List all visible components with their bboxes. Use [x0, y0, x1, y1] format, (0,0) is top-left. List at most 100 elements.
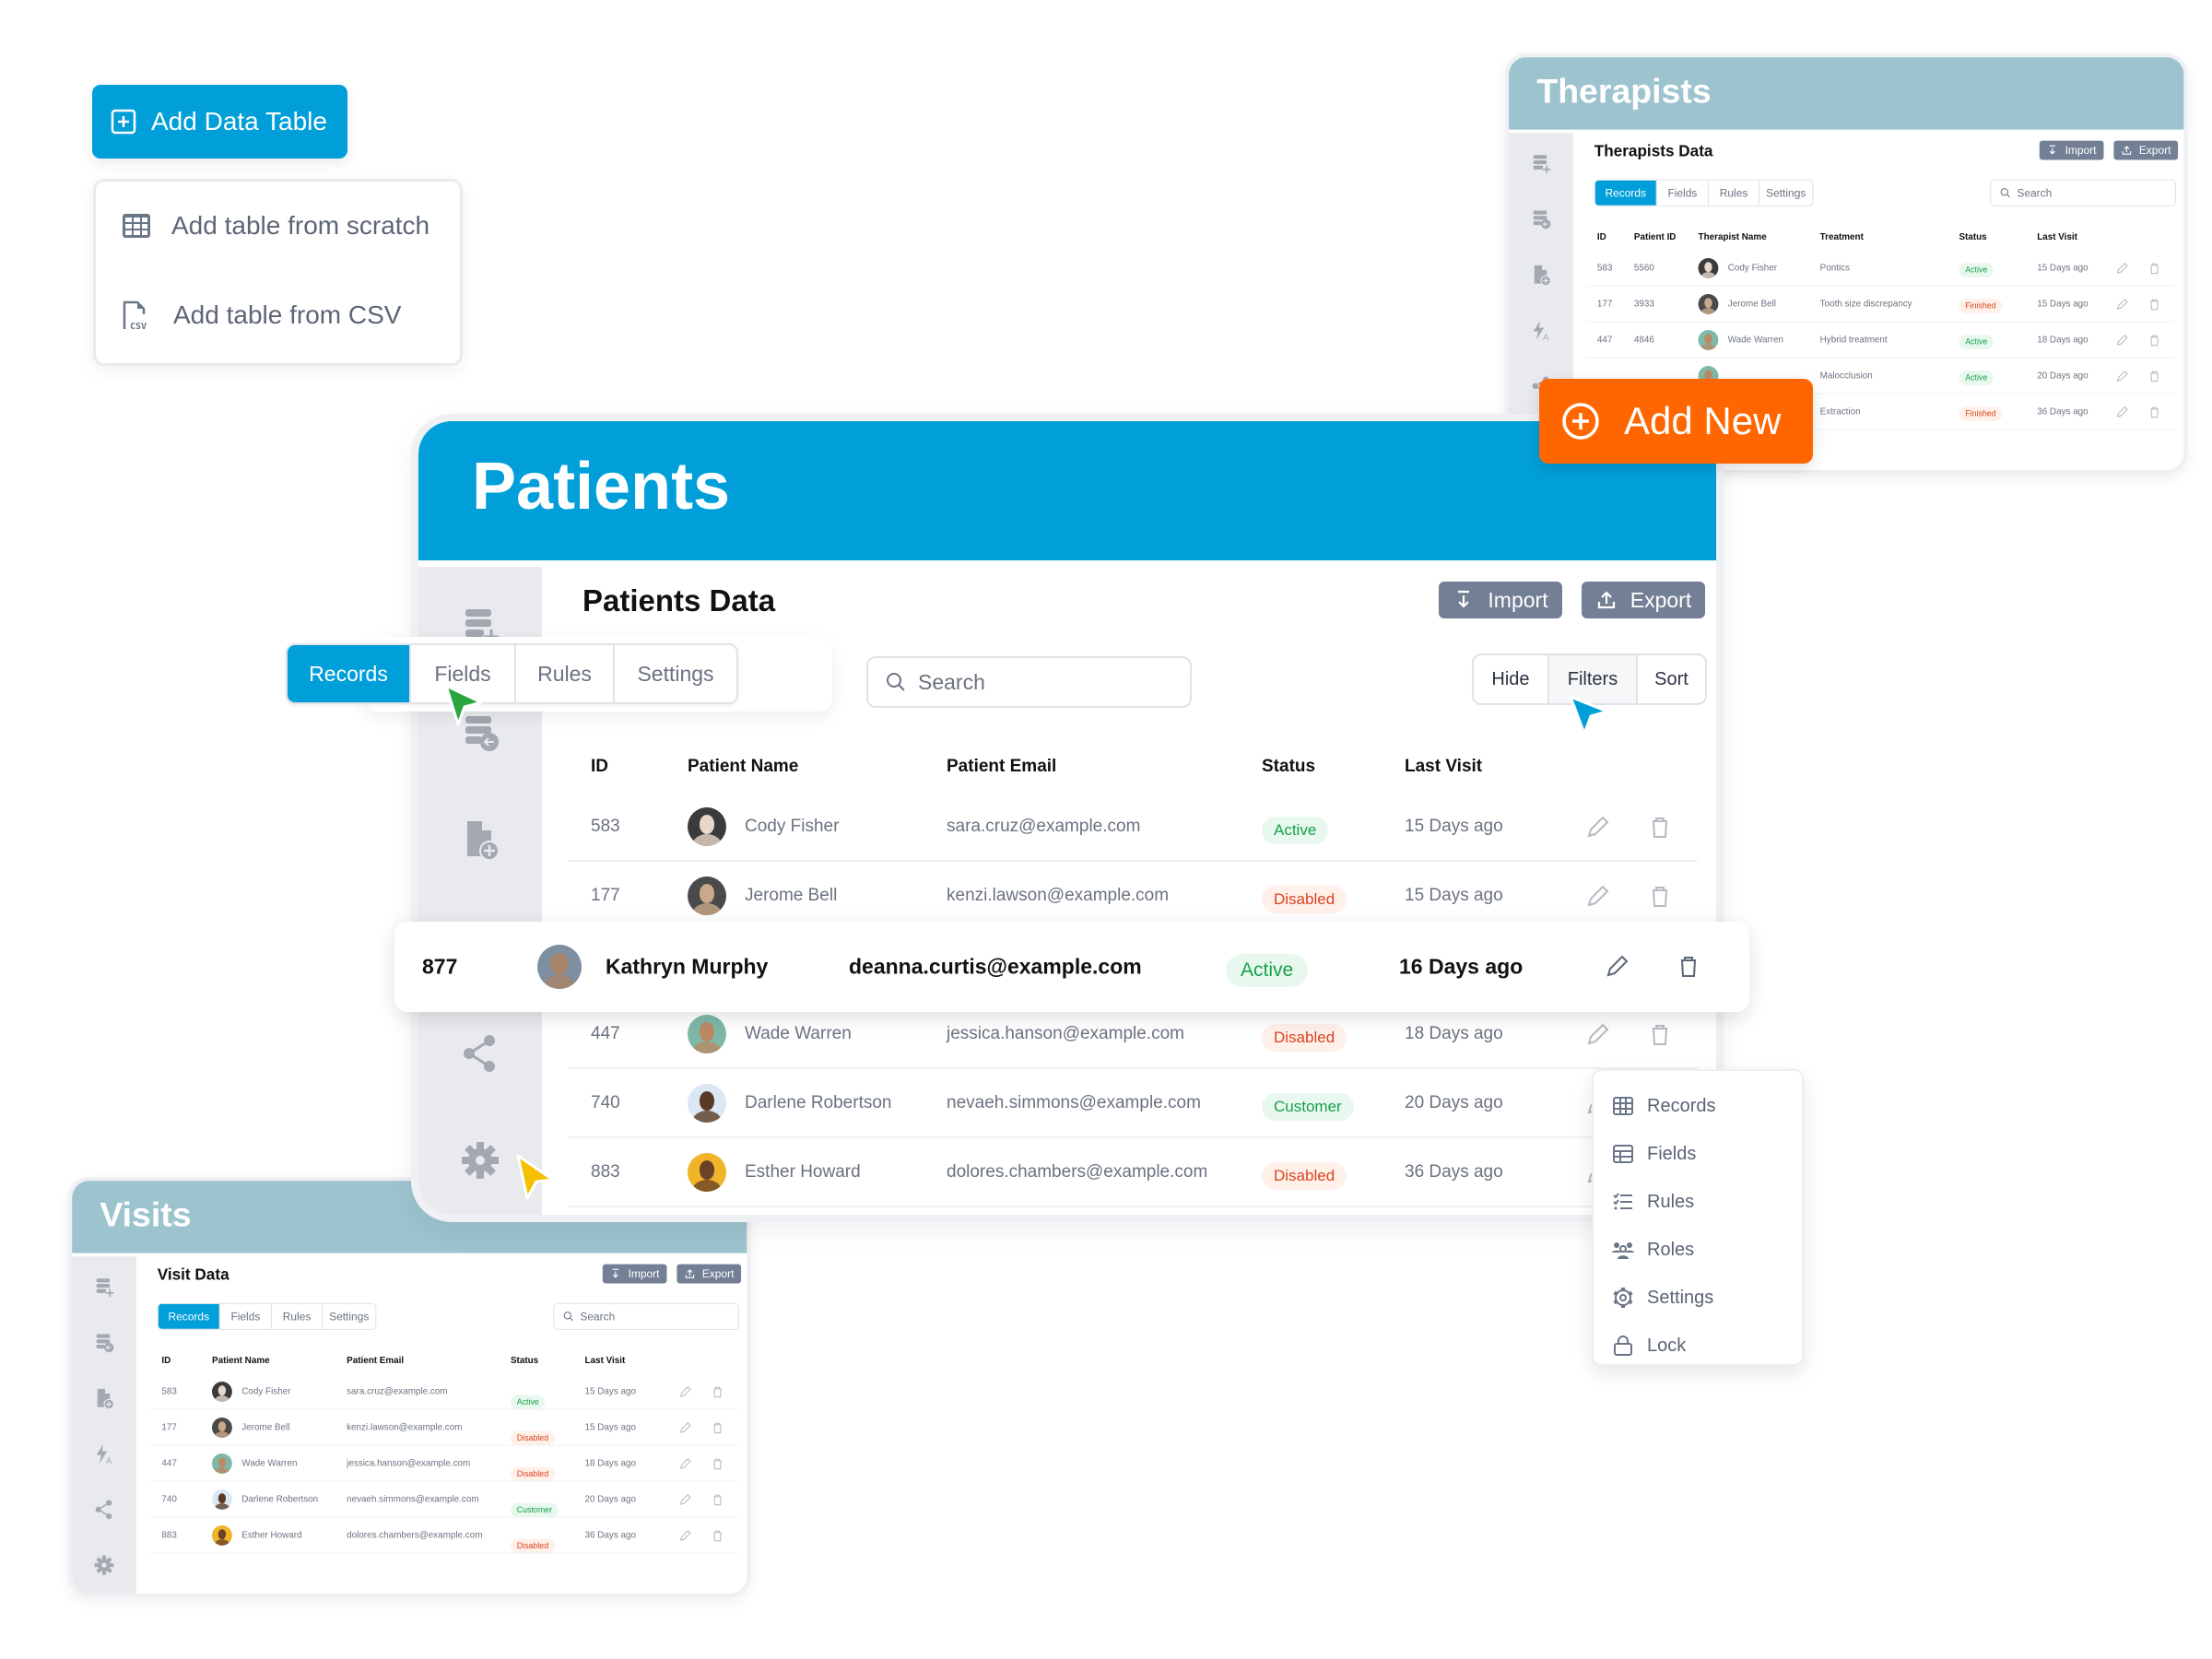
edit-pencil-icon[interactable] — [2115, 262, 2129, 276]
plus-circle-icon — [1562, 403, 1599, 440]
column-header: Patient Email — [347, 1355, 405, 1366]
sidebar-import-table-button[interactable] — [94, 1332, 115, 1353]
cell-name: Cody Fisher — [241, 1386, 291, 1397]
tab-rules[interactable]: Rules — [270, 1303, 322, 1329]
avatar-face — [699, 883, 715, 903]
context-menu-item-roles[interactable]: Roles — [1612, 1239, 1694, 1261]
add-data-table-button[interactable]: Add Data Table — [92, 85, 347, 159]
context-menu: Records Fields Rules Roles Settings Lock — [1592, 1069, 1804, 1366]
trash-icon[interactable] — [711, 1529, 724, 1543]
trash-icon[interactable] — [1676, 953, 1703, 981]
cell-name: Darlene Robertson — [241, 1494, 319, 1505]
edit-pencil-icon[interactable] — [1585, 883, 1611, 909]
status-badge: Active — [1262, 817, 1329, 844]
edit-pencil-icon[interactable] — [1585, 814, 1611, 840]
tab-settings[interactable]: Settings — [1759, 180, 1812, 206]
column-header: ID — [161, 1355, 171, 1366]
trash-icon[interactable] — [2147, 370, 2161, 383]
edit-pencil-icon[interactable] — [2115, 298, 2129, 312]
export-icon — [2122, 146, 2132, 155]
sidebar-automation-button[interactable]: A — [94, 1443, 115, 1465]
sidebar-add-table-button[interactable] — [94, 1277, 115, 1298]
search-input[interactable]: Search — [866, 656, 1192, 708]
edit-pencil-icon[interactable] — [2115, 334, 2129, 347]
avatar-body — [214, 1502, 230, 1510]
sidebar-share-button[interactable] — [94, 1499, 115, 1520]
trash-icon[interactable] — [711, 1385, 724, 1399]
edit-pencil-icon[interactable] — [2115, 370, 2129, 383]
trash-icon[interactable] — [711, 1421, 724, 1435]
edit-pencil-icon[interactable] — [678, 1385, 692, 1399]
tab-settings[interactable]: Settings — [613, 645, 736, 702]
edit-pencil-icon[interactable] — [678, 1493, 692, 1507]
tab-records[interactable]: Records — [1594, 180, 1656, 206]
trash-icon[interactable] — [1647, 814, 1673, 840]
add-table-from-csv-item[interactable]: CSV Add table from CSV — [122, 300, 401, 331]
export-button[interactable]: Export — [2113, 140, 2179, 160]
cell-id: 583 — [1596, 263, 1613, 274]
export-button[interactable]: Export — [1582, 582, 1705, 618]
cell-id: 447 — [1596, 335, 1613, 346]
context-menu-item-settings[interactable]: Settings — [1612, 1287, 1713, 1309]
context-menu-item-rules[interactable]: Rules — [1612, 1191, 1694, 1213]
data-title: Therapists Data — [1594, 141, 1713, 159]
trash-icon[interactable] — [1647, 1021, 1673, 1047]
sidebar-import-table-button[interactable] — [1531, 208, 1552, 229]
column-header: Therapist Name — [1698, 231, 1767, 242]
add-new-button[interactable]: Add New — [1539, 379, 1813, 464]
import-button[interactable]: Import — [2039, 140, 2104, 160]
trash-icon[interactable] — [1647, 883, 1673, 909]
view-control-hide[interactable]: Hide — [1474, 655, 1547, 703]
import-button[interactable]: Import — [602, 1264, 667, 1284]
sidebar-add-file-button[interactable] — [460, 819, 500, 861]
view-control-sort[interactable]: Sort — [1636, 655, 1705, 703]
context-menu-item-records[interactable]: Records — [1612, 1095, 1715, 1117]
sidebar-add-file-button[interactable] — [1531, 265, 1552, 287]
column-header: Patient Email — [947, 757, 1057, 776]
context-menu-item-lock[interactable]: Lock — [1612, 1335, 1686, 1357]
cell-last_visit: 20 Days ago — [1405, 1093, 1503, 1112]
tab-records[interactable]: Records — [288, 645, 409, 702]
export-label: Export — [701, 1267, 735, 1280]
sidebar-share-button[interactable] — [460, 1033, 500, 1074]
edit-pencil-icon[interactable] — [1585, 1021, 1611, 1047]
edit-pencil-icon[interactable] — [678, 1457, 692, 1471]
sidebar-automation-button[interactable]: A — [1531, 320, 1552, 342]
tab-settings[interactable]: Settings — [322, 1303, 375, 1329]
search-input[interactable]: Search — [1990, 179, 2176, 206]
highlighted-table-row[interactable]: 877 Kathryn Murphy deanna.curtis@example.c… — [394, 922, 1749, 1012]
edit-pencil-icon[interactable] — [678, 1421, 692, 1435]
tab-fields[interactable]: Fields — [1655, 180, 1708, 206]
trash-icon[interactable] — [711, 1457, 724, 1471]
tab-records[interactable]: Records — [158, 1303, 219, 1329]
status-badge: Disabled — [1262, 886, 1347, 913]
sidebar-gear-button[interactable] — [460, 1140, 500, 1181]
sidebar-add-file-button[interactable] — [94, 1388, 115, 1410]
trash-icon[interactable] — [711, 1493, 724, 1507]
sidebar-gear-button[interactable] — [94, 1555, 115, 1576]
tab-rules[interactable]: Rules — [514, 645, 613, 702]
add-data-table-label: Add Data Table — [151, 107, 327, 135]
edit-pencil-icon[interactable] — [678, 1529, 692, 1543]
cell-last_visit: 15 Days ago — [1405, 817, 1503, 836]
trash-icon[interactable] — [2147, 262, 2161, 276]
cell-last_visit: 18 Days ago — [584, 1458, 637, 1469]
search-icon — [2000, 188, 2010, 198]
avatar-body — [214, 1466, 230, 1474]
import-button[interactable]: Import — [1439, 582, 1562, 618]
export-button[interactable]: Export — [677, 1264, 742, 1284]
sidebar-add-table-button[interactable] — [1531, 153, 1552, 174]
users-icon — [1612, 1242, 1634, 1259]
add-table-from-scratch-item[interactable]: Add table from scratch — [122, 211, 429, 241]
trash-icon[interactable] — [2147, 406, 2161, 419]
edit-pencil-icon[interactable] — [2115, 406, 2129, 419]
trash-icon[interactable] — [2147, 334, 2161, 347]
tab-fields[interactable]: Fields — [218, 1303, 271, 1329]
column-header: Treatment — [1819, 231, 1864, 242]
column-header: ID — [591, 757, 608, 776]
trash-icon[interactable] — [2147, 298, 2161, 312]
tab-rules[interactable]: Rules — [1707, 180, 1759, 206]
search-input[interactable]: Search — [553, 1302, 739, 1330]
context-menu-item-fields[interactable]: Fields — [1612, 1143, 1696, 1165]
edit-pencil-icon[interactable] — [1605, 953, 1632, 981]
